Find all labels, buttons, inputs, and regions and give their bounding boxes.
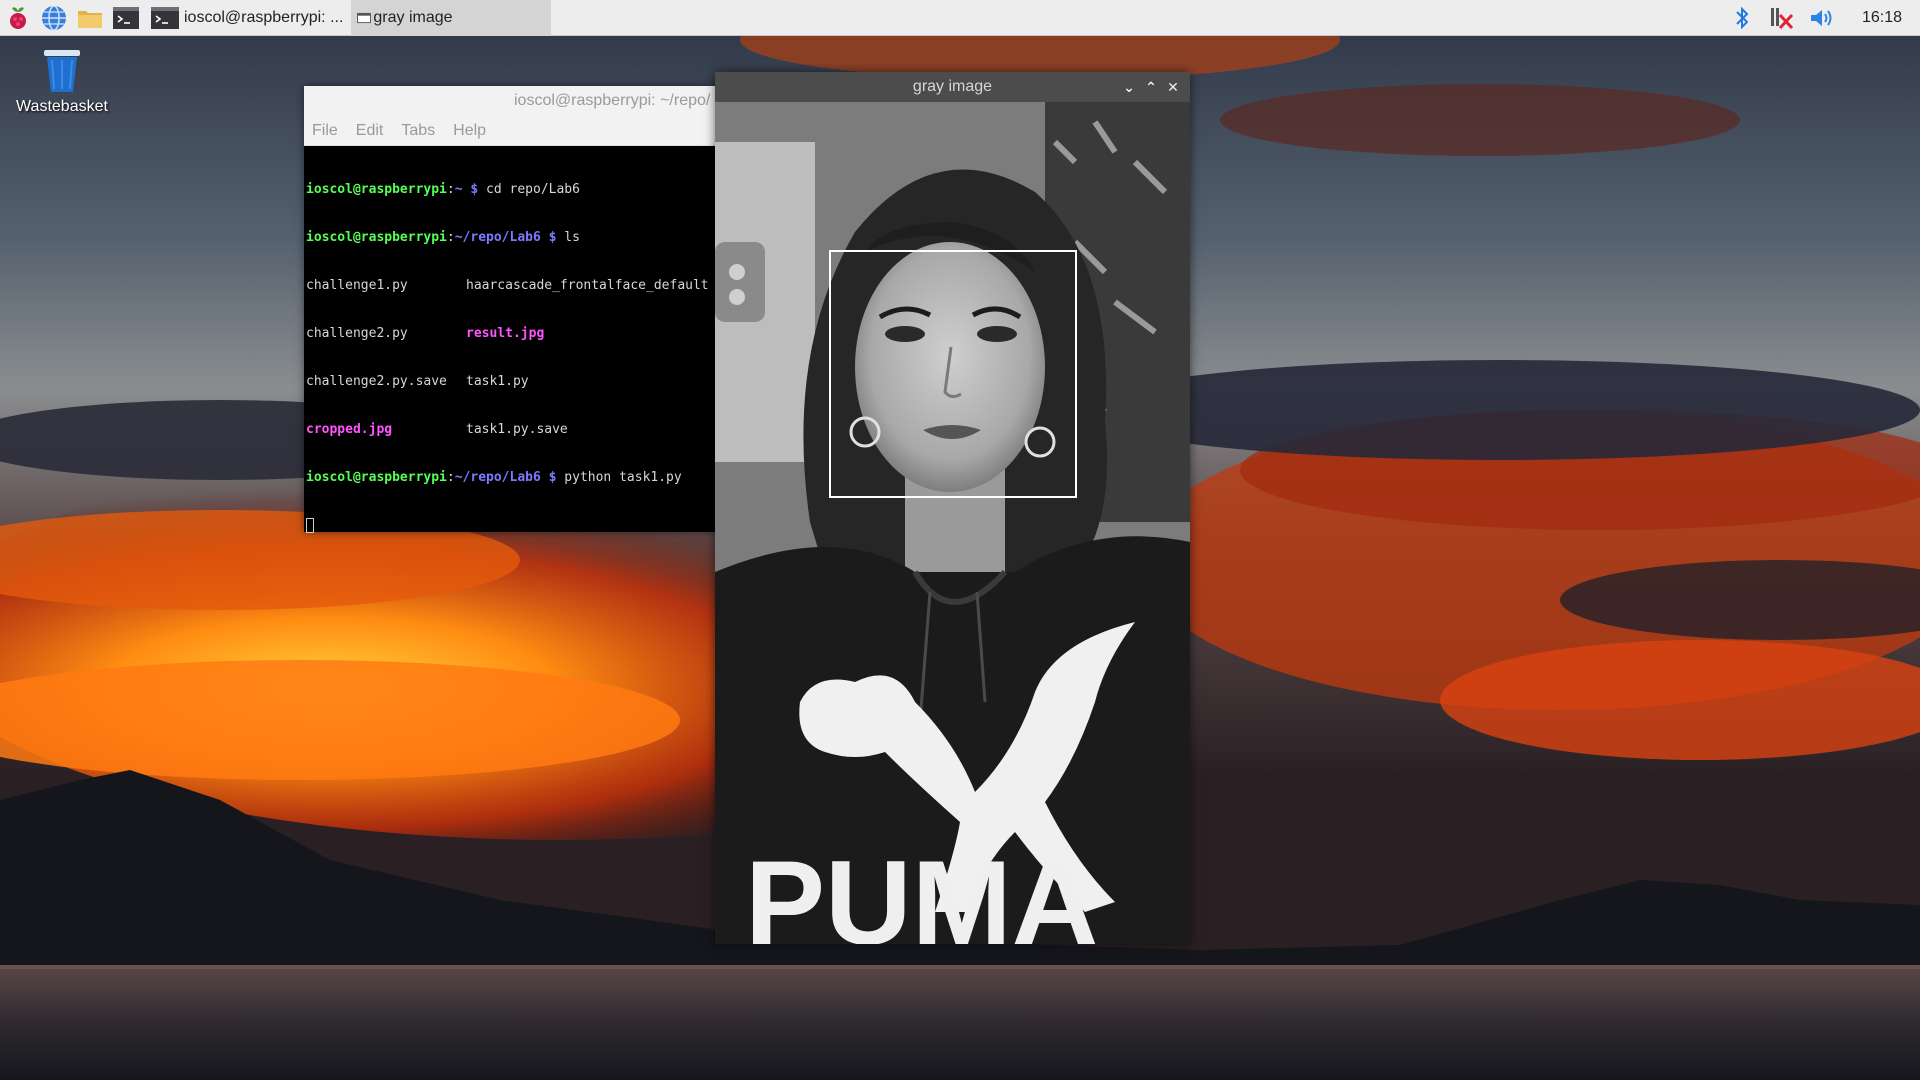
terminal-line: challenge2.py result.jpg [306,326,545,341]
trash-icon [44,50,80,92]
bluetooth-icon[interactable] [1722,0,1762,36]
terminal-title[interactable]: ioscol@raspberrypi: ~/repo/ [304,86,744,116]
terminal-line: ioscol@raspberrypi:~ $ cd repo/Lab6 [306,182,580,197]
task-terminal-label: ioscol@raspberrypi: ... [184,8,344,26]
gray-image-display: PUMA [715,102,1190,944]
terminal-icon[interactable] [108,0,144,36]
wastebasket-desktop-icon[interactable]: Wastebasket [10,44,114,116]
minimize-icon[interactable]: ⌄ [1118,76,1140,98]
terminal-icon [151,6,179,29]
file-manager-icon[interactable] [72,0,108,36]
web-browser-icon[interactable] [36,0,72,36]
grayscale-photo-with-face-detection: PUMA [715,102,1190,944]
wastebasket-label: Wastebasket [16,98,108,115]
menu-edit[interactable]: Edit [356,122,384,140]
terminal-line: cropped.jpg task1.py.save [306,422,568,437]
terminal-line: ioscol@raspberrypi:~/repo/Lab6 $ ls [306,230,580,245]
terminal-cursor-line [306,518,744,535]
raspberry-menu-icon[interactable] [0,0,36,36]
terminal-menubar: File Edit Tabs Help [304,116,744,146]
task-gray-image-label: gray image [373,8,453,26]
terminal-window[interactable]: ioscol@raspberrypi: ~/repo/ File Edit Ta… [304,86,744,533]
window-icon [357,12,372,23]
volume-icon[interactable] [1802,0,1842,36]
terminal-line: challenge2.py.save task1.py [306,374,529,389]
text-cursor [306,518,314,533]
network-disconnected-icon[interactable] [1762,0,1802,36]
menu-tabs[interactable]: Tabs [401,122,435,140]
terminal-output[interactable]: ioscol@raspberrypi:~ $ cd repo/Lab6 iosc… [304,146,744,567]
image-window-titlebar[interactable]: gray image ⌄ ⌃ ✕ [715,72,1190,102]
maximize-icon[interactable]: ⌃ [1140,76,1162,98]
menu-file[interactable]: File [312,122,338,140]
menu-help[interactable]: Help [453,122,486,140]
puma-text: PUMA [745,836,1098,944]
image-window-title: gray image [912,78,993,95]
task-terminal[interactable]: ioscol@raspberrypi: ... [144,0,351,36]
task-gray-image[interactable]: gray image [351,0,552,36]
gray-image-window[interactable]: gray image ⌄ ⌃ ✕ PUMA [715,72,1190,944]
taskbar: ioscol@raspberrypi: ... gray image 16:18 [0,0,1920,36]
terminal-line: challenge1.py haarcascade_frontalface_def… [306,278,709,293]
clock[interactable]: 16:18 [1842,9,1920,27]
close-icon[interactable]: ✕ [1162,76,1184,98]
terminal-line: ioscol@raspberrypi:~/repo/Lab6 $ python … [306,470,682,485]
